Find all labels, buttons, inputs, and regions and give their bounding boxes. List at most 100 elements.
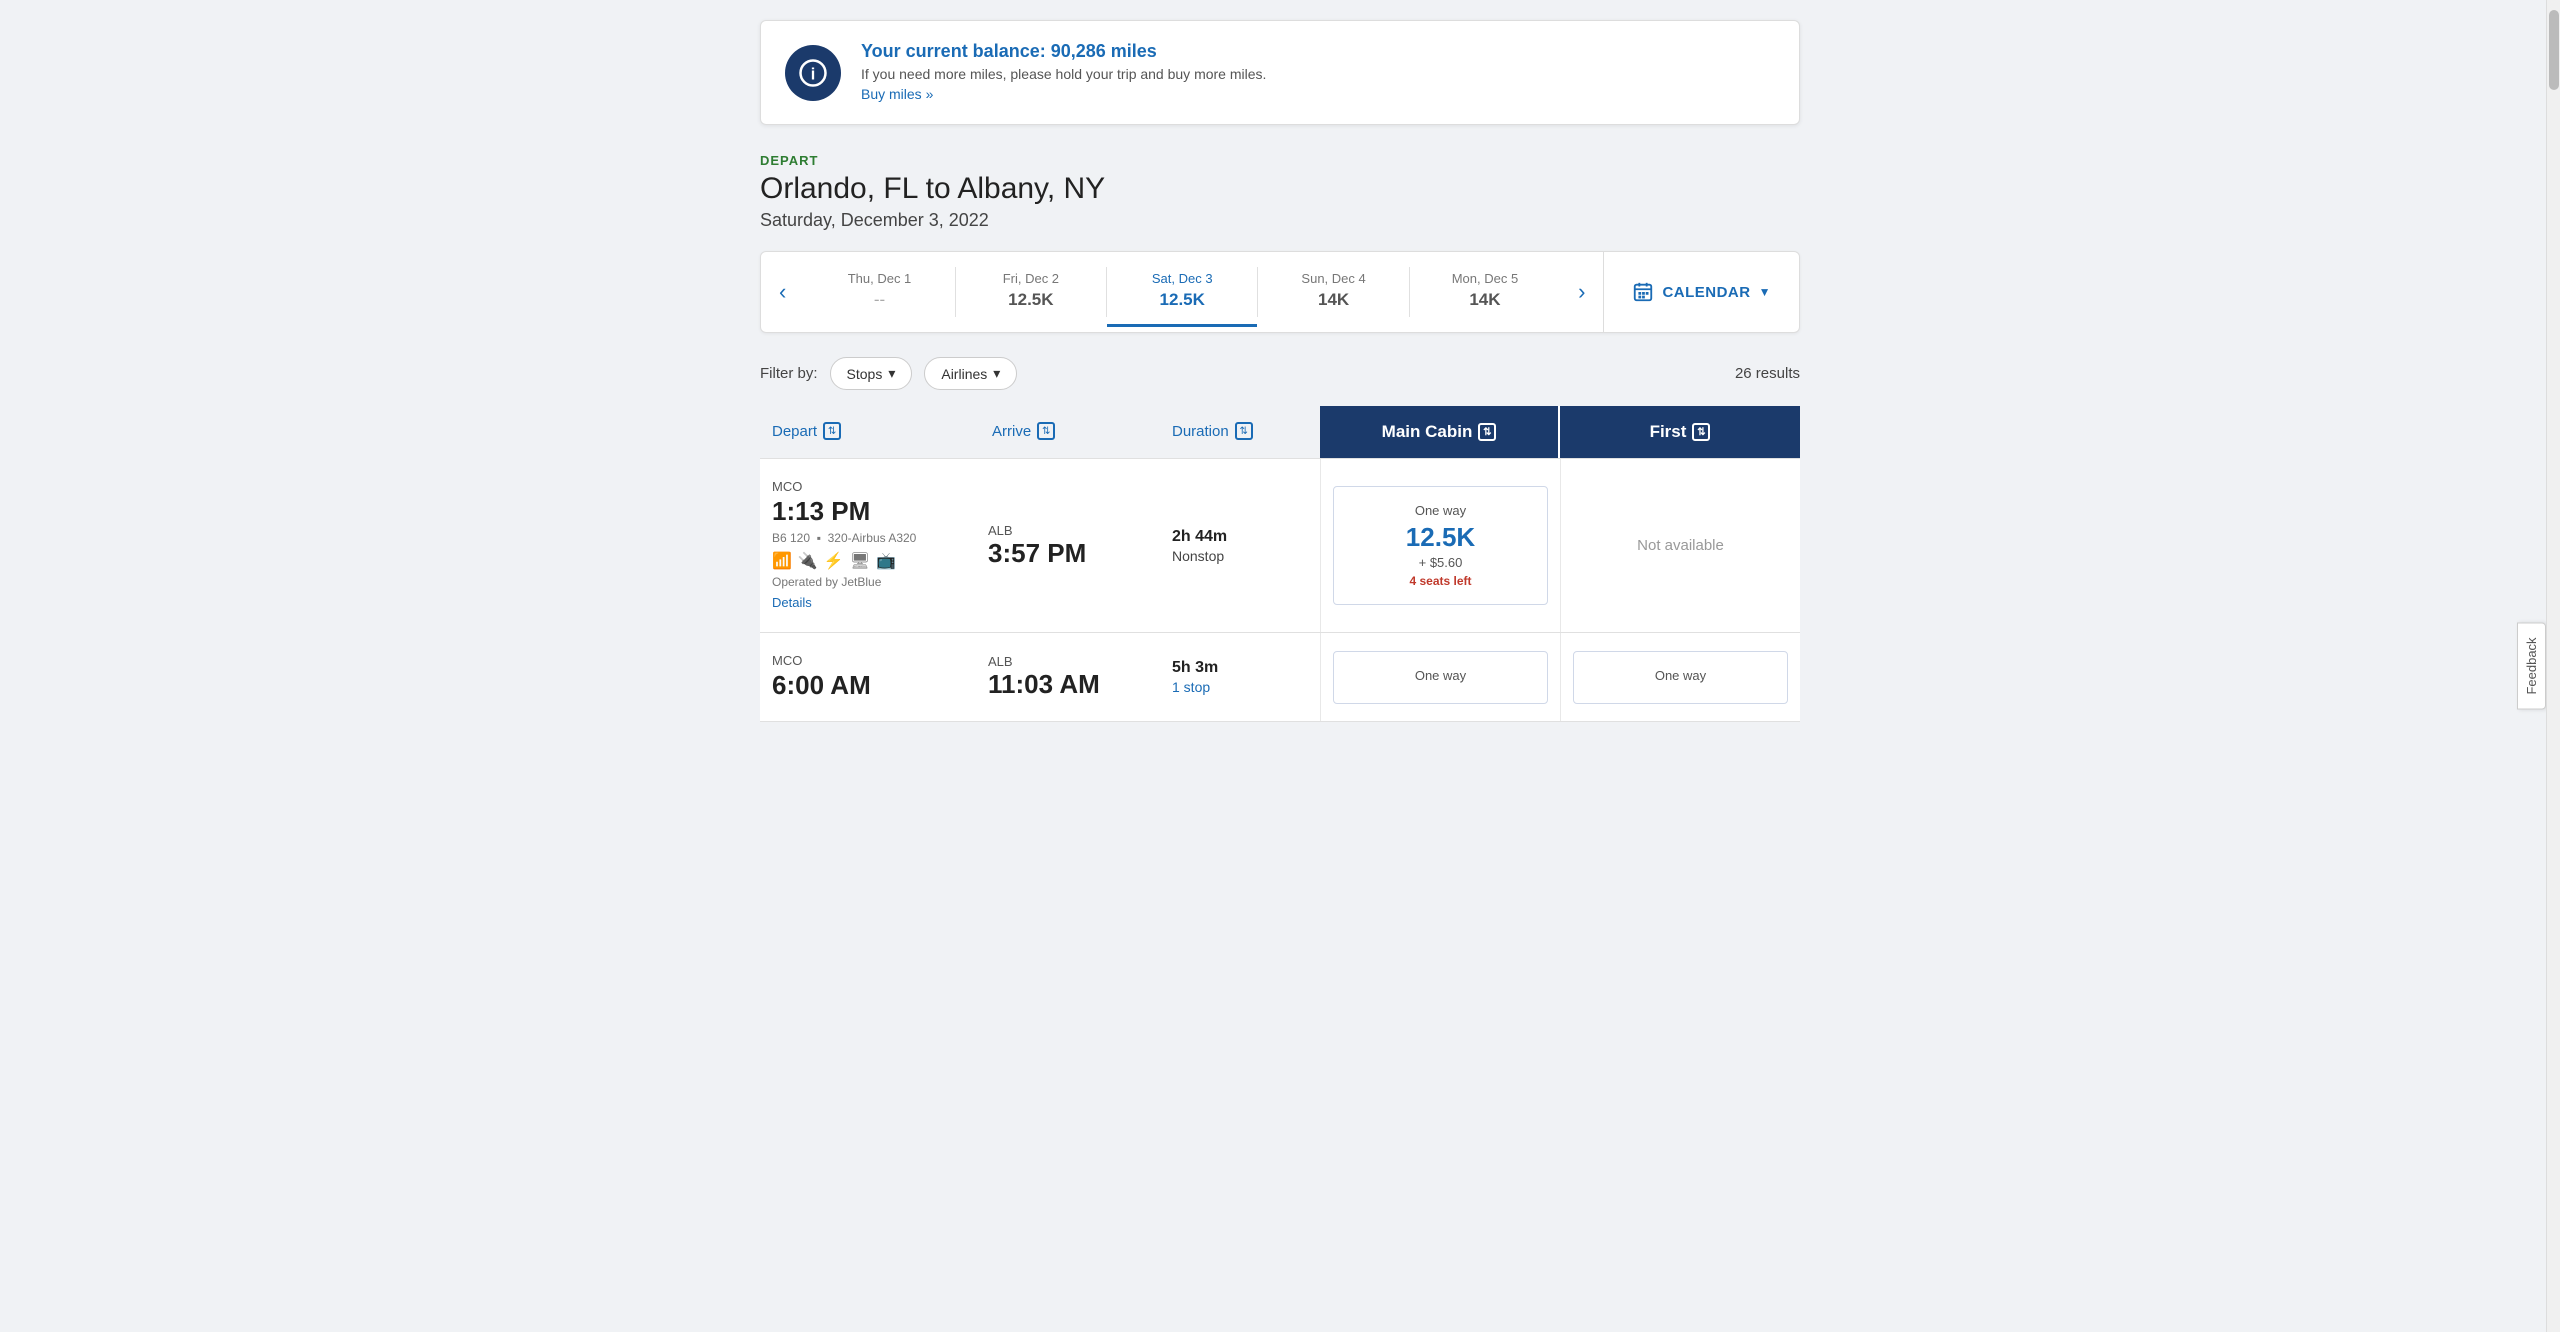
operated-by: Operated by JetBlue	[772, 575, 968, 589]
date-tab-4[interactable]: Mon, Dec 5 14K	[1410, 257, 1560, 327]
date-selector: ‹ Thu, Dec 1 -- Fri, Dec 2 12.5K Sat, Dec 3 1…	[760, 251, 1800, 333]
date-tabs: Thu, Dec 1 -- Fri, Dec 2 12.5K Sat, Dec 3 12.…	[804, 257, 1560, 327]
info-icon: i	[798, 58, 828, 88]
tv-icon: 📺	[876, 551, 896, 571]
results-count: 26 results	[1735, 365, 1800, 382]
date-tab-label-2: Sat, Dec 3	[1115, 271, 1249, 286]
main-cabin-seats: 4 seats left	[1354, 574, 1527, 588]
depart-section: DEPART Orlando, FL to Albany, NY Saturda…	[760, 153, 1800, 231]
duration-time-2: 5h 3m	[1172, 659, 1308, 677]
depart-time: 1:13 PM	[772, 496, 968, 527]
stops-info: Nonstop	[1172, 548, 1308, 564]
main-cabin-price-cell-2[interactable]: One way	[1320, 633, 1560, 721]
arrive-airport-code: ALB	[988, 523, 1086, 538]
scrollbar-thumb[interactable]	[2549, 10, 2559, 90]
date-tab-miles-3: 14K	[1266, 290, 1400, 310]
duration-column-label: Duration	[1172, 423, 1229, 440]
stops-filter-button[interactable]: Stops ▾	[830, 357, 913, 390]
balance-subtitle: If you need more miles, please hold your…	[861, 66, 1266, 82]
first-sort-icon: ⇅	[1692, 423, 1710, 441]
duration-time: 2h 44m	[1172, 528, 1308, 546]
date-tab-label-1: Fri, Dec 2	[964, 271, 1098, 286]
main-cabin-miles: 12.5K	[1354, 522, 1527, 553]
date-tab-label-4: Mon, Dec 5	[1418, 271, 1552, 286]
flight-arrive-cell-2: ALB 11:03 AM	[980, 633, 1160, 721]
first-price-cell-2[interactable]: One way	[1560, 633, 1800, 721]
date-tab-0[interactable]: Thu, Dec 1 --	[804, 257, 954, 327]
flight-amenities: 📶 🔌 ⚡ 🖥 📺	[772, 551, 968, 571]
depart-sort-icon: ⇅	[823, 422, 841, 440]
filter-label: Filter by:	[760, 365, 818, 382]
filter-bar: Filter by: Stops ▾ Airlines ▾ 26 results	[760, 357, 1800, 390]
filter-left: Filter by: Stops ▾ Airlines ▾	[760, 357, 1017, 390]
first-not-available: Not available	[1573, 537, 1788, 554]
flight-depart-cell: MCO 1:13 PM B6 120 ▪ 320-Airbus A320 📶 🔌…	[760, 459, 980, 632]
flight-row: MCO 1:13 PM B6 120 ▪ 320-Airbus A320 📶 🔌…	[760, 458, 1800, 632]
power-icon: 🔌	[798, 551, 818, 571]
date-tab-miles-4: 14K	[1418, 290, 1552, 310]
balance-text: Your current balance: 90,286 miles If yo…	[861, 41, 1266, 104]
arrive-column-label: Arrive	[992, 423, 1031, 440]
main-cabin-sort-icon: ⇅	[1478, 423, 1496, 441]
scrollbar[interactable]	[2546, 0, 2560, 1332]
first-price-cell: Not available	[1560, 459, 1800, 632]
duration-column-header[interactable]: Duration ⇅	[1160, 406, 1320, 456]
main-cabin-fee: + $5.60	[1354, 555, 1527, 570]
usb-icon: ⚡	[824, 551, 844, 571]
main-cabin-one-way-label-2: One way	[1354, 668, 1527, 683]
depart-time-2: 6:00 AM	[772, 670, 968, 701]
details-link[interactable]: Details	[772, 595, 812, 610]
date-tab-1[interactable]: Fri, Dec 2 12.5K	[956, 257, 1106, 327]
balance-title: Your current balance: 90,286 miles	[861, 41, 1266, 62]
depart-airport-code-2: MCO	[772, 653, 968, 668]
wifi-icon: 📶	[772, 551, 792, 571]
depart-label: DEPART	[760, 153, 1800, 168]
main-cabin-price-cell[interactable]: One way 12.5K + $5.60 4 seats left	[1320, 459, 1560, 632]
main-cabin-column-header[interactable]: Main Cabin ⇅	[1320, 406, 1560, 458]
main-cabin-price-card[interactable]: One way 12.5K + $5.60 4 seats left	[1333, 486, 1548, 605]
main-cabin-price-card-2[interactable]: One way	[1333, 651, 1548, 704]
arrive-column-header[interactable]: Arrive ⇅	[980, 406, 1160, 456]
arrive-time-2: 11:03 AM	[988, 669, 1100, 700]
date-tab-miles-1: 12.5K	[964, 290, 1098, 310]
flight-depart-cell-2: MCO 6:00 AM	[760, 633, 980, 721]
buy-miles-link[interactable]: Buy miles »	[861, 86, 933, 102]
balance-banner: i Your current balance: 90,286 miles If …	[760, 20, 1800, 125]
calendar-button[interactable]: CALENDAR ▼	[1603, 252, 1799, 332]
feedback-tab[interactable]: Feedback	[2517, 622, 2546, 709]
depart-column-label: Depart	[772, 423, 817, 440]
balance-icon: i	[785, 45, 841, 101]
arrive-airport-code-2: ALB	[988, 654, 1100, 669]
table-header: Depart ⇅ Arrive ⇅ Duration ⇅ Main Cabin	[760, 406, 1800, 458]
date-tab-label-0: Thu, Dec 1	[812, 271, 946, 286]
airlines-filter-label: Airlines	[941, 366, 987, 382]
calendar-icon	[1632, 281, 1654, 303]
airlines-dropdown-icon: ▾	[993, 365, 1000, 382]
first-column-label: First	[1650, 422, 1687, 442]
flight-number-aircraft: B6 120 ▪ 320-Airbus A320	[772, 531, 968, 545]
duration-sort-icon: ⇅	[1235, 422, 1253, 440]
first-one-way-label-2: One way	[1594, 668, 1767, 683]
date-prev-button[interactable]: ‹	[761, 252, 804, 332]
airlines-filter-button[interactable]: Airlines ▾	[924, 357, 1017, 390]
first-price-card-2[interactable]: One way	[1573, 651, 1788, 704]
flight-row: MCO 6:00 AM ALB 11:03 AM 5h 3m 1 stop On…	[760, 632, 1800, 722]
first-column-header[interactable]: First ⇅	[1560, 406, 1800, 458]
calendar-dropdown-icon: ▼	[1759, 285, 1771, 299]
flight-duration-cell: 2h 44m Nonstop	[1160, 459, 1320, 632]
depart-route: Orlando, FL to Albany, NY	[760, 172, 1800, 206]
stops-info-2: 1 stop	[1172, 679, 1308, 695]
date-next-button[interactable]: ›	[1560, 252, 1603, 332]
date-tab-miles-0: --	[812, 290, 946, 310]
main-cabin-one-way-label: One way	[1354, 503, 1527, 518]
date-tab-miles-2: 12.5K	[1115, 290, 1249, 310]
calendar-label: CALENDAR	[1662, 284, 1750, 301]
depart-column-header[interactable]: Depart ⇅	[760, 406, 980, 456]
date-tab-3[interactable]: Sun, Dec 4 14K	[1258, 257, 1408, 327]
flight-arrive-cell: ALB 3:57 PM	[980, 459, 1160, 632]
depart-airport-code: MCO	[772, 479, 968, 494]
stops-dropdown-icon: ▾	[888, 365, 895, 382]
main-cabin-column-label: Main Cabin	[1382, 422, 1473, 442]
date-tab-2[interactable]: Sat, Dec 3 12.5K	[1107, 257, 1257, 327]
date-tab-label-3: Sun, Dec 4	[1266, 271, 1400, 286]
